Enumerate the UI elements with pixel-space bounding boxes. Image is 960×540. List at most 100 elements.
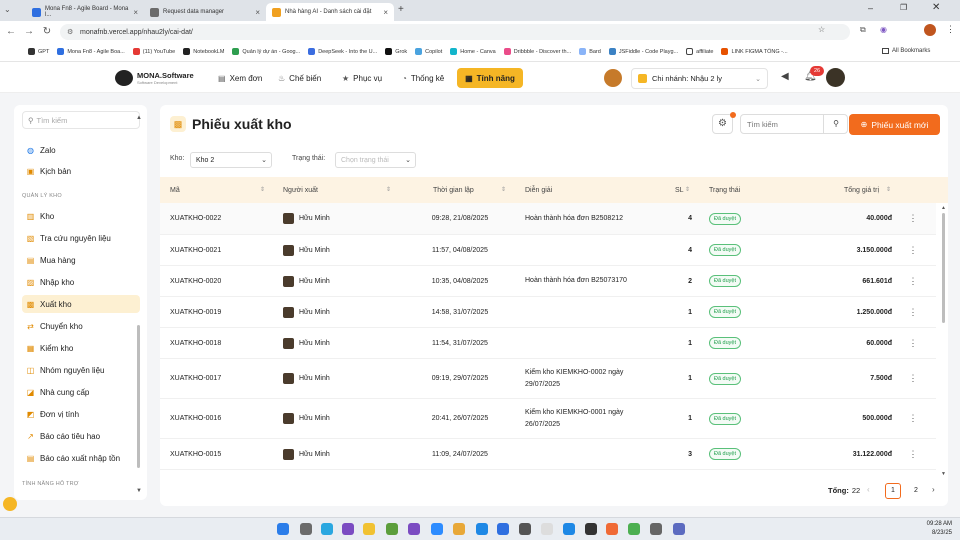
- back-icon[interactable]: ←: [2, 26, 20, 37]
- table-row[interactable]: XUATKHO-0016 Hữu Minh 20:41, 26/07/2025 Kiể…: [160, 399, 936, 439]
- vscode-icon[interactable]: [476, 523, 488, 535]
- forward-icon[interactable]: →: [20, 26, 38, 37]
- table-row[interactable]: XUATKHO-0021 Hữu Minh 11:57, 04/08/2025 4 Đã…: [160, 235, 936, 266]
- sidebar-item-nhap-kho[interactable]: ▨ Nhập kho: [22, 273, 140, 291]
- bookmark-item[interactable]: Dribbble - Discover th...: [503, 48, 571, 55]
- bookmark-item[interactable]: Copilot: [415, 48, 442, 55]
- row-menu-icon[interactable]: ⋮: [908, 235, 918, 265]
- scroll-up-icon[interactable]: ▲: [136, 115, 142, 121]
- extensions-icon[interactable]: ⧉: [860, 25, 866, 35]
- bookmark-item[interactable]: Home - Canva: [450, 48, 496, 55]
- app-icon[interactable]: [673, 523, 685, 535]
- search-icon[interactable]: ⚲: [823, 115, 848, 133]
- all-bookmarks[interactable]: All Bookmarks: [882, 48, 930, 54]
- bookmark-star-icon[interactable]: ☆: [818, 25, 825, 34]
- prev-page-icon[interactable]: ‹: [867, 485, 870, 494]
- bookmark-item[interactable]: Mona Fn8 - Agile Boa...: [57, 48, 125, 55]
- bookmark-item[interactable]: Quản lý dự án - Goog...: [232, 48, 300, 55]
- site-info-icon[interactable]: ⚙: [67, 28, 73, 36]
- close-tab-icon[interactable]: ×: [255, 8, 260, 17]
- sidebar-item-tra-cuu[interactable]: ▧ Tra cứu nguyên liệu: [22, 229, 140, 247]
- table-scrollbar[interactable]: [942, 213, 945, 323]
- scroll-down-icon[interactable]: ▼: [941, 471, 946, 477]
- page-2-button[interactable]: 2: [908, 483, 924, 499]
- table-row[interactable]: XUATKHO-0017 Hữu Minh 09:19, 29/07/2025 Kiể…: [160, 359, 936, 399]
- sort-icon[interactable]: ⇕: [685, 186, 690, 193]
- scroll-down-icon[interactable]: ▼: [136, 488, 142, 494]
- folder-icon[interactable]: [363, 523, 375, 535]
- next-page-icon[interactable]: ›: [932, 485, 935, 494]
- sidebar-item-xuat-kho[interactable]: ▩ Xuất kho: [22, 295, 140, 313]
- row-menu-icon[interactable]: ⋮: [908, 266, 918, 296]
- app-icon[interactable]: [606, 523, 618, 535]
- app-icon[interactable]: [453, 523, 465, 535]
- bookmark-folder[interactable]: affiliate: [686, 48, 713, 55]
- nav-phuc-vu[interactable]: ★ Phục vụ: [336, 68, 388, 88]
- chrome-icon[interactable]: [628, 523, 640, 535]
- branch-select[interactable]: Chi nhánh: Nhậu 2 ly ⌄: [631, 68, 768, 89]
- table-row[interactable]: XUATKHO-0022 Hữu Minh 09:28, 21/08/2025 Hoà…: [160, 203, 936, 235]
- row-menu-icon[interactable]: ⋮: [908, 297, 918, 327]
- bookmark-item[interactable]: NotebookLM: [183, 48, 224, 55]
- table-row[interactable]: XUATKHO-0019 Hữu Minh 14:58, 31/07/2025 1 Đã…: [160, 297, 936, 328]
- app-icon[interactable]: [519, 523, 531, 535]
- row-menu-icon[interactable]: ⋮: [908, 203, 918, 234]
- nav-tinh-nang[interactable]: ▦ Tính năng: [457, 68, 523, 88]
- sidebar-scrollbar[interactable]: [137, 325, 140, 468]
- sidebar-item-nhom-nguyen-lieu[interactable]: ◫ Nhóm nguyên liệu: [22, 361, 140, 379]
- sidebar-item-nha-cung-cap[interactable]: ◪ Nhà cung cấp: [22, 383, 140, 401]
- close-tab-icon[interactable]: ×: [383, 8, 388, 17]
- page-1-button[interactable]: 1: [885, 483, 901, 499]
- sidebar-item-zalo[interactable]: ◍ Zalo: [22, 141, 140, 159]
- scroll-up-icon[interactable]: ▲: [941, 205, 946, 211]
- row-menu-icon[interactable]: ⋮: [908, 439, 918, 469]
- sidebar-search-input[interactable]: ⚲ Tìm kiếm: [22, 111, 140, 129]
- sort-icon[interactable]: ⇕: [501, 186, 506, 193]
- speaker-icon[interactable]: ◀: [781, 71, 789, 82]
- bookmark-item[interactable]: Grok: [385, 48, 407, 55]
- table-row[interactable]: XUATKHO-0015 Hữu Minh 11:09, 24/07/2025 3 Đã…: [160, 439, 936, 470]
- user-avatar[interactable]: [826, 68, 845, 87]
- search-input[interactable]: [741, 115, 823, 133]
- sidebar-item-don-vi-tinh[interactable]: ◩ Đơn vị tính: [22, 405, 140, 423]
- sidebar-item-kho[interactable]: ▥ Kho: [22, 207, 140, 225]
- sort-icon[interactable]: ⇕: [260, 186, 265, 193]
- sort-icon[interactable]: ⇕: [886, 186, 891, 193]
- sidebar-item-mua-hang[interactable]: ▤ Mua hàng: [22, 251, 140, 269]
- browser-menu-icon[interactable]: ⋮: [946, 24, 955, 35]
- new-export-button[interactable]: ⊕ Phiếu xuất mới: [849, 114, 940, 135]
- table-row[interactable]: XUATKHO-0018 Hữu Minh 11:54, 31/07/2025 1 Đã…: [160, 328, 936, 359]
- close-tab-icon[interactable]: ×: [133, 8, 138, 17]
- visual-studio-icon[interactable]: [342, 523, 354, 535]
- browser-tab[interactable]: Mona Fn8 - Agile Board - Mona l... ×: [26, 3, 144, 21]
- help-bubble-icon[interactable]: [3, 497, 17, 511]
- sidebar-item-chuyen-kho[interactable]: ⇄ Chuyển kho: [22, 317, 140, 335]
- sidebar-item-bao-cao-tieu-hao[interactable]: ↗ Báo cáo tiêu hao: [22, 427, 140, 445]
- reload-icon[interactable]: ↻: [38, 26, 56, 37]
- bookmark-item[interactable]: GPT: [28, 48, 49, 55]
- bookmark-item[interactable]: (11) YouTube: [132, 48, 175, 55]
- table-row[interactable]: XUATKHO-0020 Hữu Minh 10:35, 04/08/2025 Hoà…: [160, 266, 936, 297]
- nav-thong-ke[interactable]: ◔ Thống kê: [396, 68, 450, 88]
- zoom-icon[interactable]: [431, 523, 443, 535]
- nav-che-bien[interactable]: ♨ Chế biến: [272, 68, 327, 88]
- search-icon[interactable]: [300, 523, 312, 535]
- row-menu-icon[interactable]: ⋮: [908, 399, 918, 438]
- filter-kho-select[interactable]: Kho 2 ⌄: [190, 152, 272, 168]
- maximize-icon[interactable]: ❐: [900, 3, 907, 12]
- app-icon[interactable]: [650, 523, 662, 535]
- nav-xem-don[interactable]: ▤ Xem đơn: [212, 68, 268, 88]
- bookmark-item[interactable]: DeepSeek - Into the U...: [308, 48, 377, 55]
- profile-avatar[interactable]: [924, 24, 936, 36]
- new-tab-icon[interactable]: +: [398, 4, 404, 15]
- row-menu-icon[interactable]: ⋮: [908, 359, 918, 398]
- app-icon[interactable]: [386, 523, 398, 535]
- sort-icon[interactable]: ⇕: [386, 186, 391, 193]
- windows-start-icon[interactable]: [277, 523, 289, 535]
- browser-tab[interactable]: Request data manager ×: [144, 3, 266, 21]
- url-field[interactable]: ⚙ monafnb.vercel.app/nhau2ly/cai-dat/: [60, 24, 850, 40]
- vs-icon[interactable]: [408, 523, 420, 535]
- close-window-icon[interactable]: ✕: [932, 2, 940, 13]
- filter-status-select[interactable]: Chọn trạng thái ⌄: [335, 152, 416, 168]
- sidebar-item-kich-ban[interactable]: ▣ Kịch bản: [22, 162, 140, 180]
